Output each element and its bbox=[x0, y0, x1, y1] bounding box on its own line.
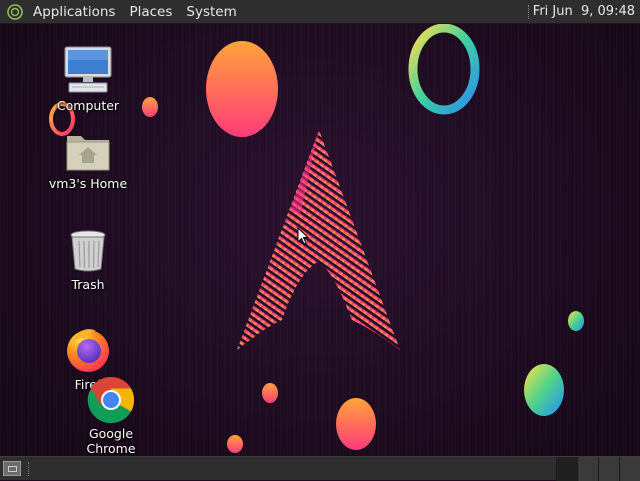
desktop-icon-computer[interactable]: Computer bbox=[40, 46, 136, 113]
workspace-switcher[interactable] bbox=[556, 457, 640, 481]
top-panel: Applications Places System Fri Jun 9, 09… bbox=[0, 0, 640, 24]
workspace-3[interactable] bbox=[598, 457, 619, 481]
panel-handle[interactable] bbox=[28, 462, 32, 476]
computer-icon bbox=[64, 46, 112, 93]
small-blue-orb bbox=[568, 311, 584, 331]
mouse-pointer-icon bbox=[297, 227, 309, 245]
desktop-icon-label: Trash bbox=[71, 277, 105, 292]
show-desktop-icon[interactable] bbox=[3, 461, 21, 476]
tiny-orange-orb bbox=[227, 435, 243, 453]
desktop-icon-label: Computer bbox=[56, 98, 120, 113]
home-folder-icon bbox=[66, 136, 110, 171]
mate-menu-logo-icon[interactable] bbox=[7, 3, 23, 20]
firefox-icon bbox=[67, 329, 109, 372]
desktop-icon-trash[interactable]: Trash bbox=[40, 229, 136, 292]
menu-applications[interactable]: Applications bbox=[26, 0, 122, 24]
panel-separator bbox=[528, 5, 532, 19]
arch-linux-logo bbox=[237, 130, 400, 350]
desktop-icon-chrome[interactable]: Google Chrome bbox=[63, 376, 159, 456]
menu-system[interactable]: System bbox=[179, 0, 243, 24]
desktop-background[interactable]: Computer vm3's Home Trash Firef Google C… bbox=[0, 0, 640, 480]
trash-icon bbox=[70, 230, 106, 272]
workspace-2[interactable] bbox=[577, 457, 598, 481]
orange-orb bbox=[206, 41, 278, 137]
clock[interactable]: Fri Jun 9, 09:48 bbox=[533, 0, 635, 24]
bottom-panel bbox=[0, 456, 640, 481]
ring-top bbox=[408, 23, 480, 115]
blue-green-orb bbox=[524, 364, 564, 416]
desktop-icon-label: Google Chrome bbox=[86, 426, 136, 456]
orange-orb-bottom bbox=[336, 398, 376, 450]
small-orange-orb bbox=[142, 97, 158, 117]
desktop-icon-home[interactable]: vm3's Home bbox=[40, 130, 136, 191]
chrome-icon bbox=[87, 376, 135, 424]
desktop-icon-label: vm3's Home bbox=[48, 176, 128, 191]
workspace-4[interactable] bbox=[619, 457, 640, 481]
workspace-1[interactable] bbox=[556, 457, 577, 481]
menu-places[interactable]: Places bbox=[122, 0, 179, 24]
small-orange-orb-bottom bbox=[262, 383, 278, 403]
